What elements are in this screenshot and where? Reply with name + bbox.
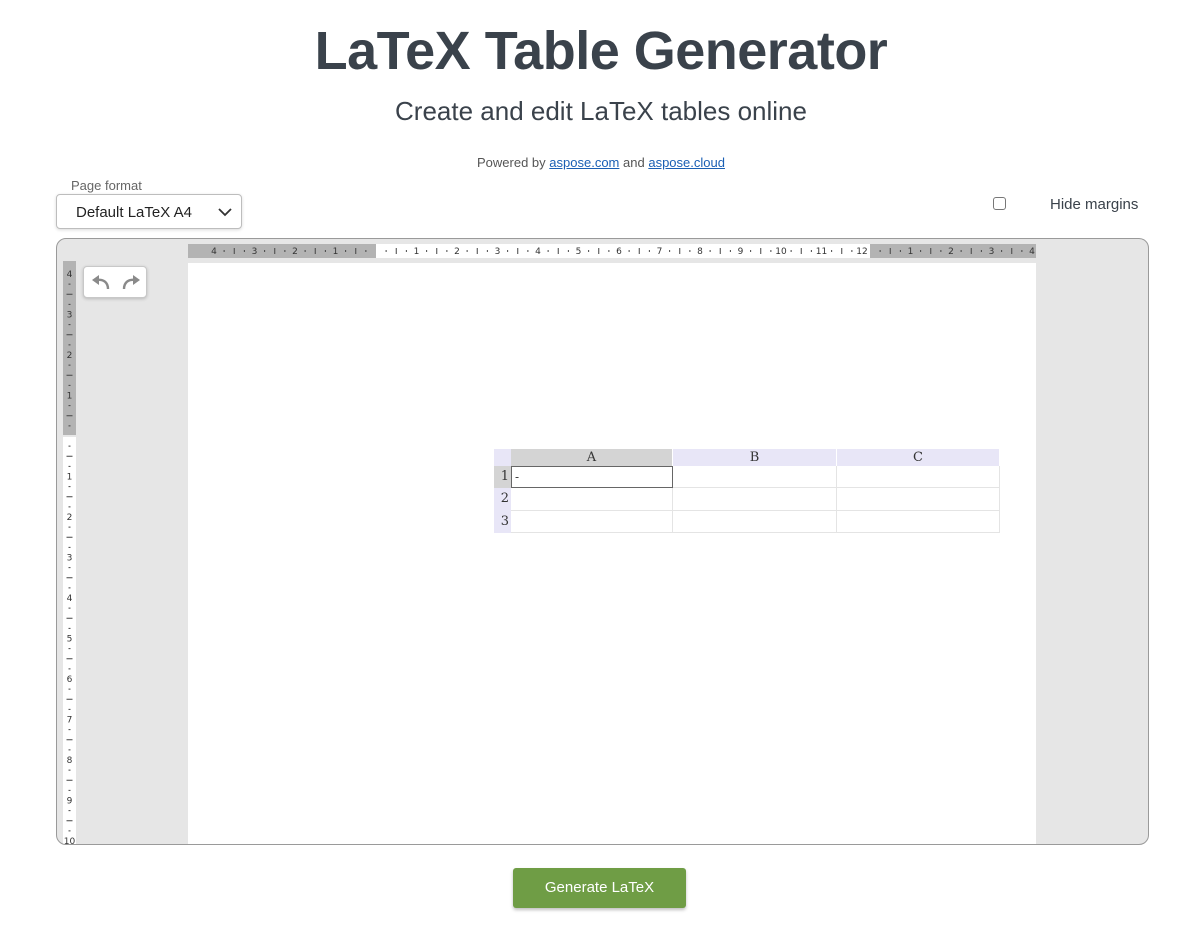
undo-redo-toolbar xyxy=(83,266,147,298)
table-cell-b2[interactable] xyxy=(673,488,837,511)
ruler-label: 5 xyxy=(67,635,73,645)
ruler-label: 5 xyxy=(576,247,582,257)
aspose-com-link[interactable]: aspose.com xyxy=(549,155,619,170)
ruler-label: 6 xyxy=(616,247,622,257)
ruler-label: 11 xyxy=(816,247,827,257)
hide-margins-label[interactable]: Hide margins xyxy=(1050,196,1138,213)
ruler-label: 9 xyxy=(67,797,73,807)
ruler-label: 3 xyxy=(67,554,73,564)
horizontal-ruler-marks: 1234 1 2 3 4 5 6 7 8 9 10 11 12 1 2 3 4 xyxy=(211,247,1035,257)
ruler-label: 9 xyxy=(738,247,744,257)
vertical-ruler-marks: 1 2 3 4 1 2 3 4 5 6 7 8 9 10 xyxy=(64,270,76,845)
table-cell-b1[interactable] xyxy=(673,466,837,488)
powered-by-and: and xyxy=(623,155,645,170)
ruler-label: 3 xyxy=(989,247,995,257)
powered-by-prefix: Powered by xyxy=(477,155,546,170)
page-format-value: Default LaTeX A4 xyxy=(76,204,192,221)
ruler-label: 4 xyxy=(211,247,217,257)
table-cell-c3[interactable] xyxy=(837,511,1000,533)
table-cell-c1[interactable] xyxy=(837,466,1000,488)
table-cell-c2[interactable] xyxy=(837,488,1000,511)
ruler-label: 4 xyxy=(67,594,73,604)
undo-icon[interactable] xyxy=(89,273,113,293)
table-cell-a3[interactable] xyxy=(511,511,673,533)
horizontal-ruler: 1 2 3 4 1 2 3 4 5 6 7 8 9 10 11 12 1 2 3 4 xyxy=(188,244,1036,258)
column-header-b[interactable]: B xyxy=(673,449,837,466)
row-header[interactable]: 2 xyxy=(494,488,511,511)
table-cell-b3[interactable] xyxy=(673,511,837,533)
page-canvas: A B C 1 - 2 3 xyxy=(188,263,1036,844)
row-header[interactable]: 1 xyxy=(494,466,511,488)
ruler-label: 4 xyxy=(1029,247,1035,257)
ruler-label: 1 xyxy=(333,247,339,257)
ruler-label: 2 xyxy=(948,247,954,257)
ruler-label: 6 xyxy=(67,675,73,685)
ruler-label: 4 xyxy=(535,247,541,257)
row-header[interactable]: 3 xyxy=(494,511,511,533)
table-editor: 1 2 3 4 1 2 3 4 5 6 7 8 9 10 11 12 1 2 3 4 1 2 3 4 1 2 3 4 5 6 7 8 9 10 … xyxy=(56,238,1149,845)
ruler-label: 1 xyxy=(67,392,73,402)
sheet-corner xyxy=(494,449,511,466)
generate-latex-button[interactable]: Generate LaTeX xyxy=(513,868,686,908)
aspose-cloud-link[interactable]: aspose.cloud xyxy=(648,155,725,170)
ruler-label: 8 xyxy=(67,756,73,766)
table-cell-a1[interactable]: - xyxy=(511,466,673,488)
ruler-label: 7 xyxy=(67,716,73,726)
ruler-label: 3 xyxy=(252,247,258,257)
page-format-label: Page format xyxy=(71,178,142,193)
ruler-label: 7 xyxy=(657,247,663,257)
page-subtitle: Create and edit LaTeX tables online xyxy=(395,96,807,126)
ruler-label: 4 xyxy=(67,270,73,280)
ruler-label: 10 xyxy=(775,247,787,257)
chevron-down-icon xyxy=(218,208,232,217)
vertical-ruler: 1 2 3 4 1 2 3 4 5 6 7 8 9 10 xyxy=(63,261,76,845)
powered-by: Powered by aspose.com and aspose.cloud xyxy=(0,155,1202,170)
ruler-label: 2 xyxy=(67,351,73,361)
page-format-select[interactable]: Default LaTeX A4 xyxy=(56,194,242,229)
ruler-label: 3 xyxy=(67,311,73,321)
ruler-label: 1 xyxy=(414,247,420,257)
ruler-label: 2 xyxy=(454,247,460,257)
column-header-a[interactable]: A xyxy=(511,449,673,466)
ruler-label: 8 xyxy=(697,247,703,257)
ruler-label: 1 xyxy=(67,473,73,483)
column-header-c[interactable]: C xyxy=(837,449,1000,466)
ruler-label: 2 xyxy=(67,513,73,523)
ruler-label: 1 xyxy=(908,247,914,257)
ruler-label: 10 xyxy=(64,837,76,845)
ruler-label: 12 xyxy=(856,247,867,257)
hide-margins-checkbox[interactable] xyxy=(993,197,1006,210)
redo-icon[interactable] xyxy=(119,273,143,293)
page-title: LaTeX Table Generator xyxy=(314,21,888,81)
ruler-label: 3 xyxy=(495,247,501,257)
ruler-label: 2 xyxy=(292,247,298,257)
table-cell-a2[interactable] xyxy=(511,488,673,511)
